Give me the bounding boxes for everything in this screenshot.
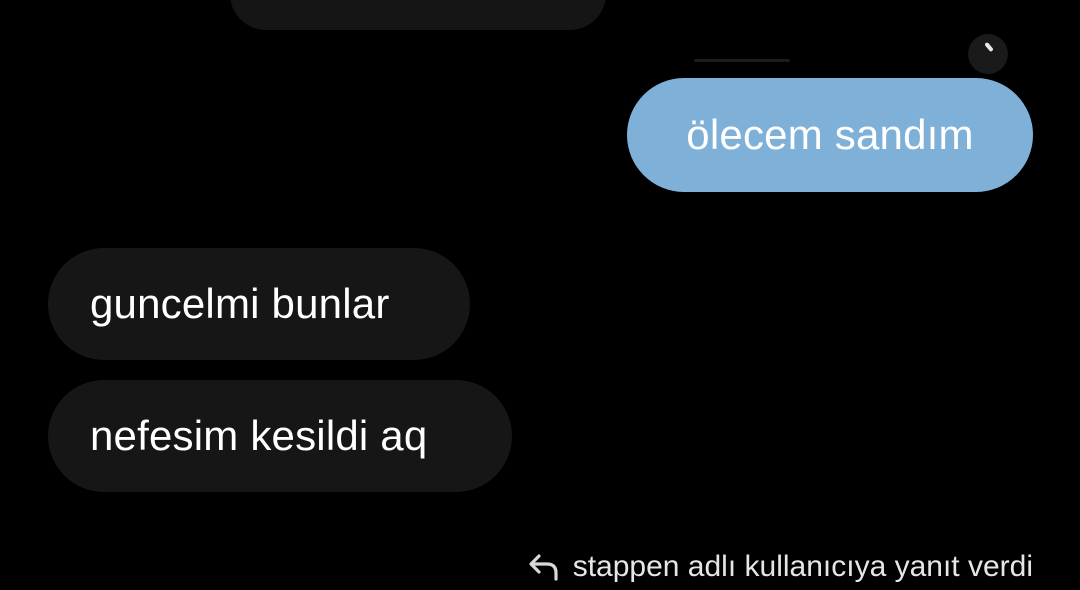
reply-arrow-icon	[527, 552, 563, 582]
incoming-message[interactable]: nefesim kesildi aq	[48, 380, 512, 492]
previous-message-bubble	[230, 0, 606, 30]
reply-indicator[interactable]: stappen adlı kullanıcıya yanıt verdi	[527, 545, 1033, 589]
reply-indicator-text: stappen adlı kullanıcıya yanıt verdi	[572, 550, 1033, 583]
incoming-message[interactable]: guncelmi bunlar	[48, 248, 470, 360]
avatar	[968, 34, 1008, 74]
divider	[694, 59, 790, 62]
outgoing-message[interactable]: ölecem sandım	[627, 78, 1033, 192]
